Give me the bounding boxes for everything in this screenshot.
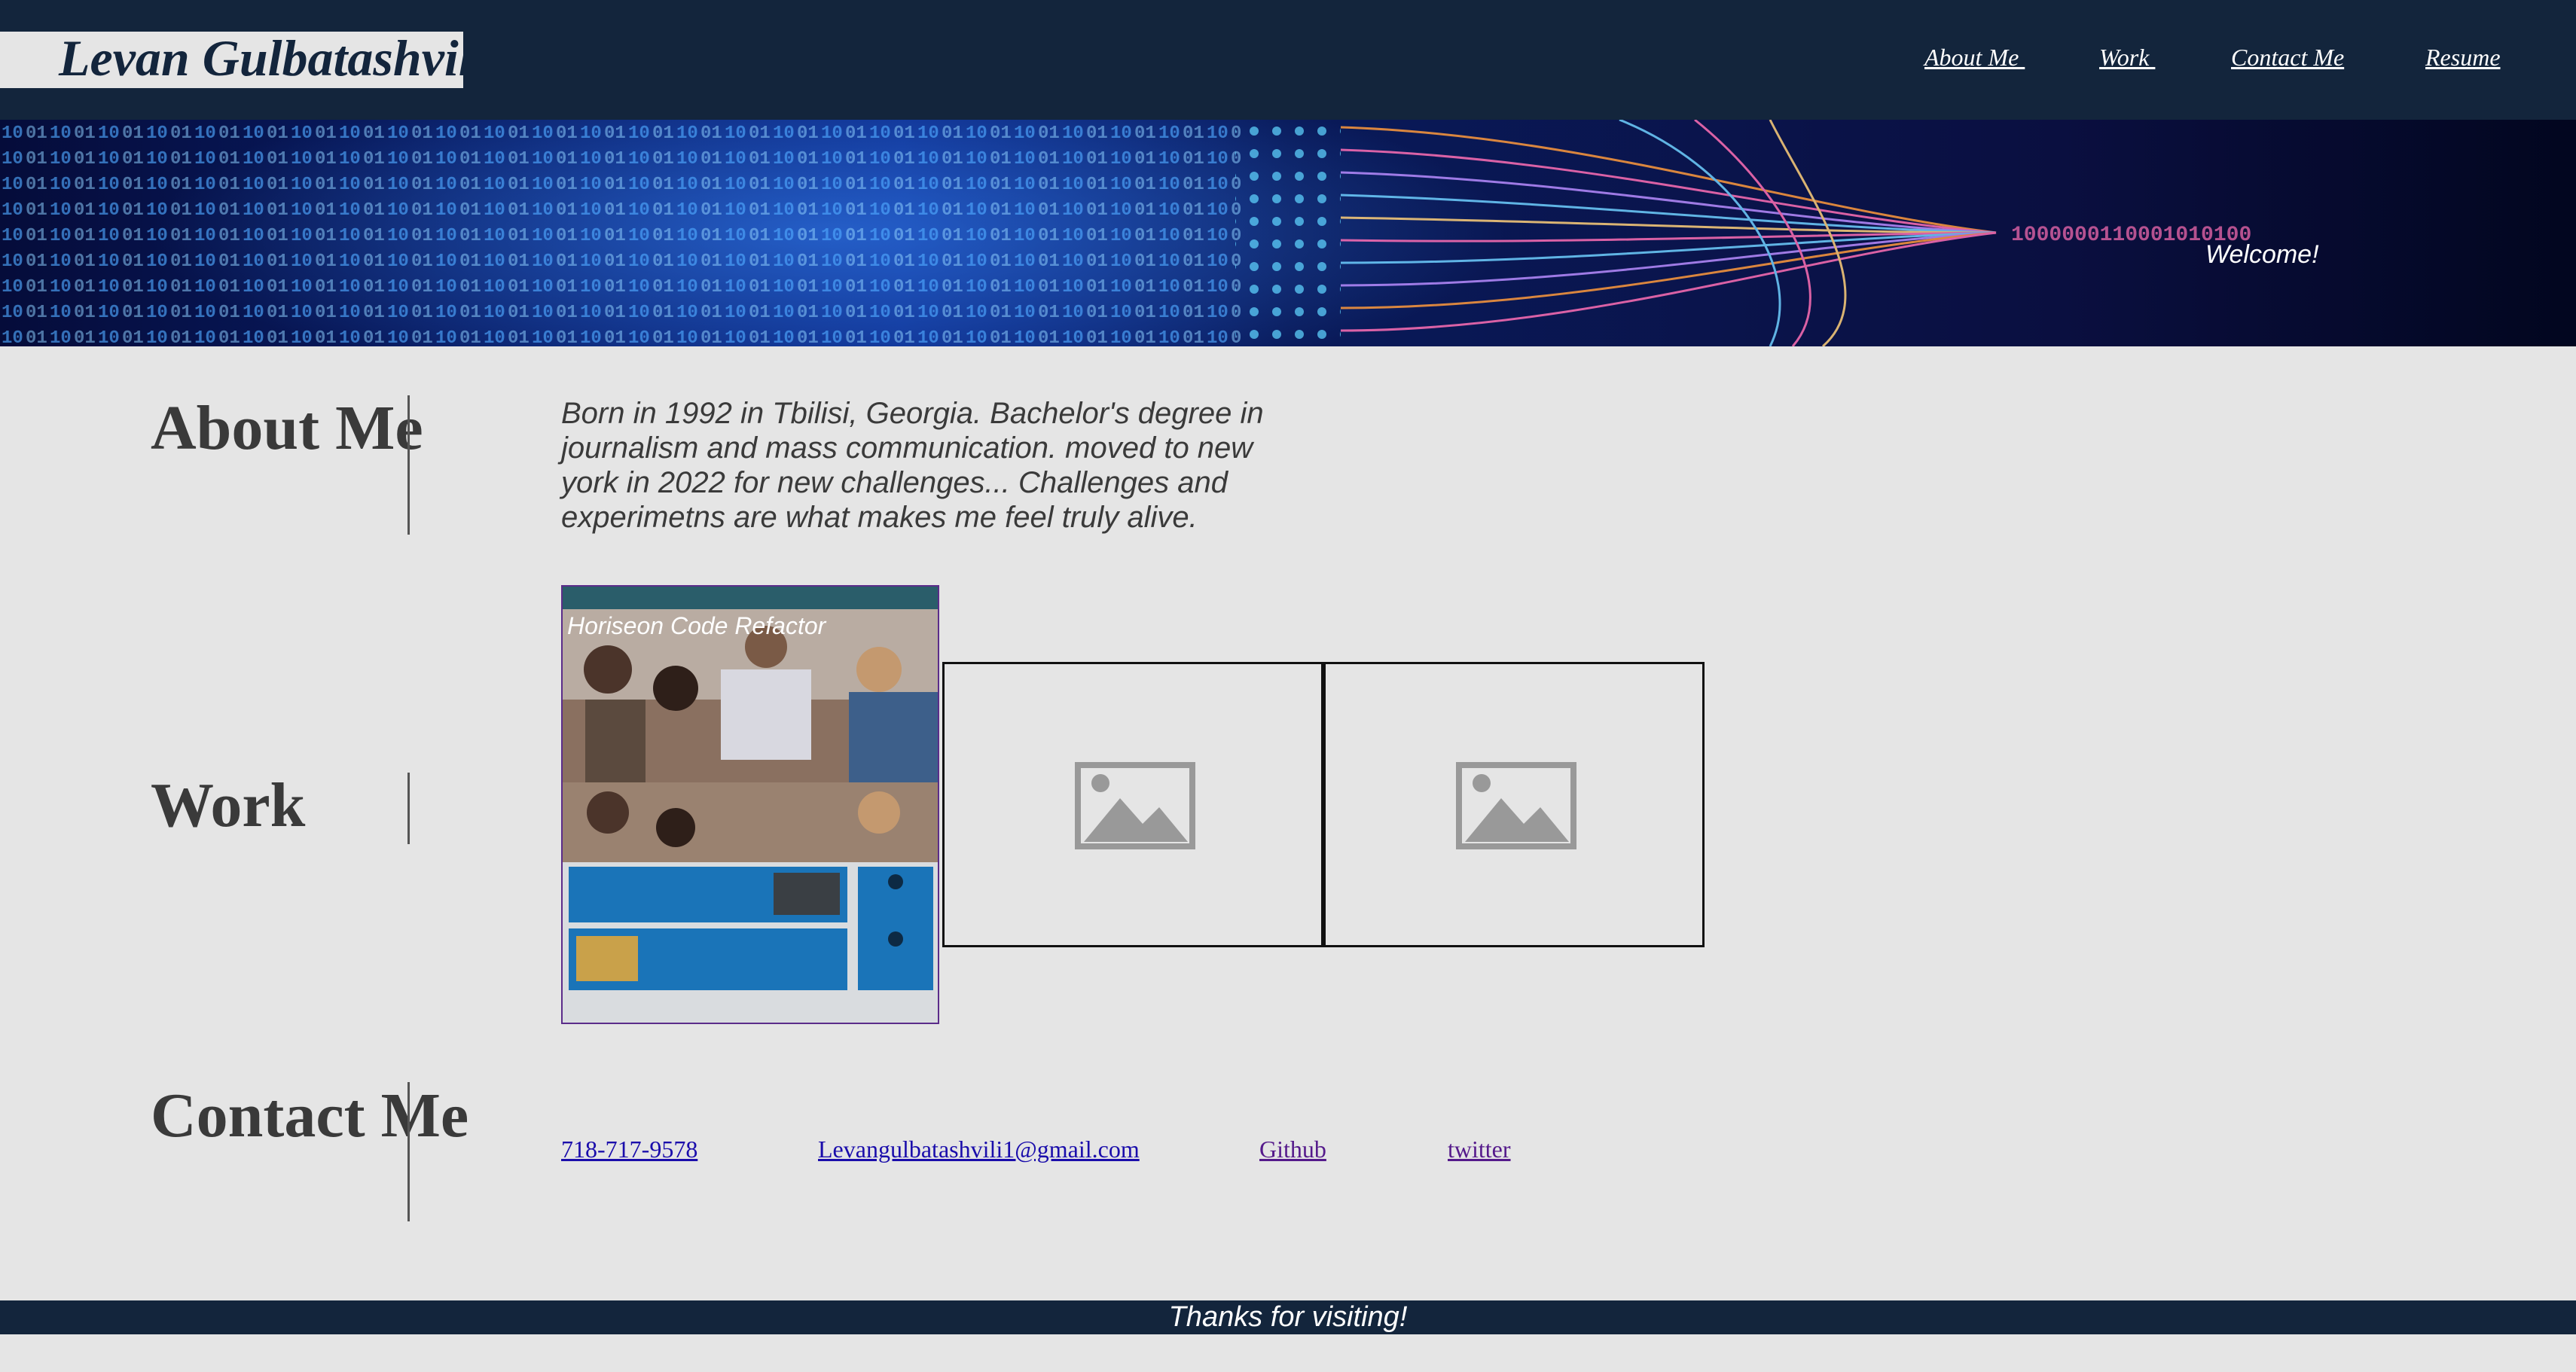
contact-divider xyxy=(407,1082,410,1221)
hero-banner: 10 01 1000000110001010100 W xyxy=(0,120,2576,346)
nav-work[interactable]: Work xyxy=(2099,44,2155,72)
github-link[interactable]: Github xyxy=(1259,1136,1326,1163)
site-header: Levan Gulbatashvili About Me Work Contac… xyxy=(0,0,2576,120)
email-link[interactable]: Levangulbatashvili1@gmail.com xyxy=(818,1136,1140,1163)
project-caption: Horiseon Code Refactor xyxy=(567,612,826,639)
horiseon-screenshot xyxy=(563,587,938,1023)
about-paragraph: Born in 1992 in Tbilisi, Georgia. Bachel… xyxy=(561,397,1264,534)
about-divider xyxy=(407,395,410,535)
project-placeholder-2[interactable] xyxy=(1323,662,1705,947)
project-horiseon-thumbnail[interactable]: Horiseon Code Refactor xyxy=(561,585,939,1024)
twitter-link[interactable]: twitter xyxy=(1448,1136,1511,1163)
contact-heading: Contact Me xyxy=(151,1081,469,1151)
project-placeholder-1[interactable] xyxy=(942,662,1323,947)
image-placeholder-icon xyxy=(1075,762,1195,849)
nav-contact-me[interactable]: Contact Me xyxy=(2231,44,2344,72)
main-nav: About Me Work Contact Me Resume xyxy=(0,44,2576,74)
work-heading: Work xyxy=(151,770,306,840)
site-footer: Thanks for visiting! xyxy=(0,1300,2576,1334)
nav-about-me[interactable]: About Me xyxy=(1924,44,2025,72)
nav-resume[interactable]: Resume xyxy=(2425,44,2501,72)
work-divider xyxy=(407,773,410,844)
phone-link[interactable]: 718-717-9578 xyxy=(561,1136,697,1163)
about-heading: About Me xyxy=(151,393,423,463)
footer-text: Thanks for visiting! xyxy=(1168,1301,1408,1333)
binary-code-background: 10 01 1000000110001010100 xyxy=(0,120,2576,346)
image-placeholder-icon xyxy=(1456,762,1576,849)
welcome-text: Welcome! xyxy=(2205,240,2319,269)
